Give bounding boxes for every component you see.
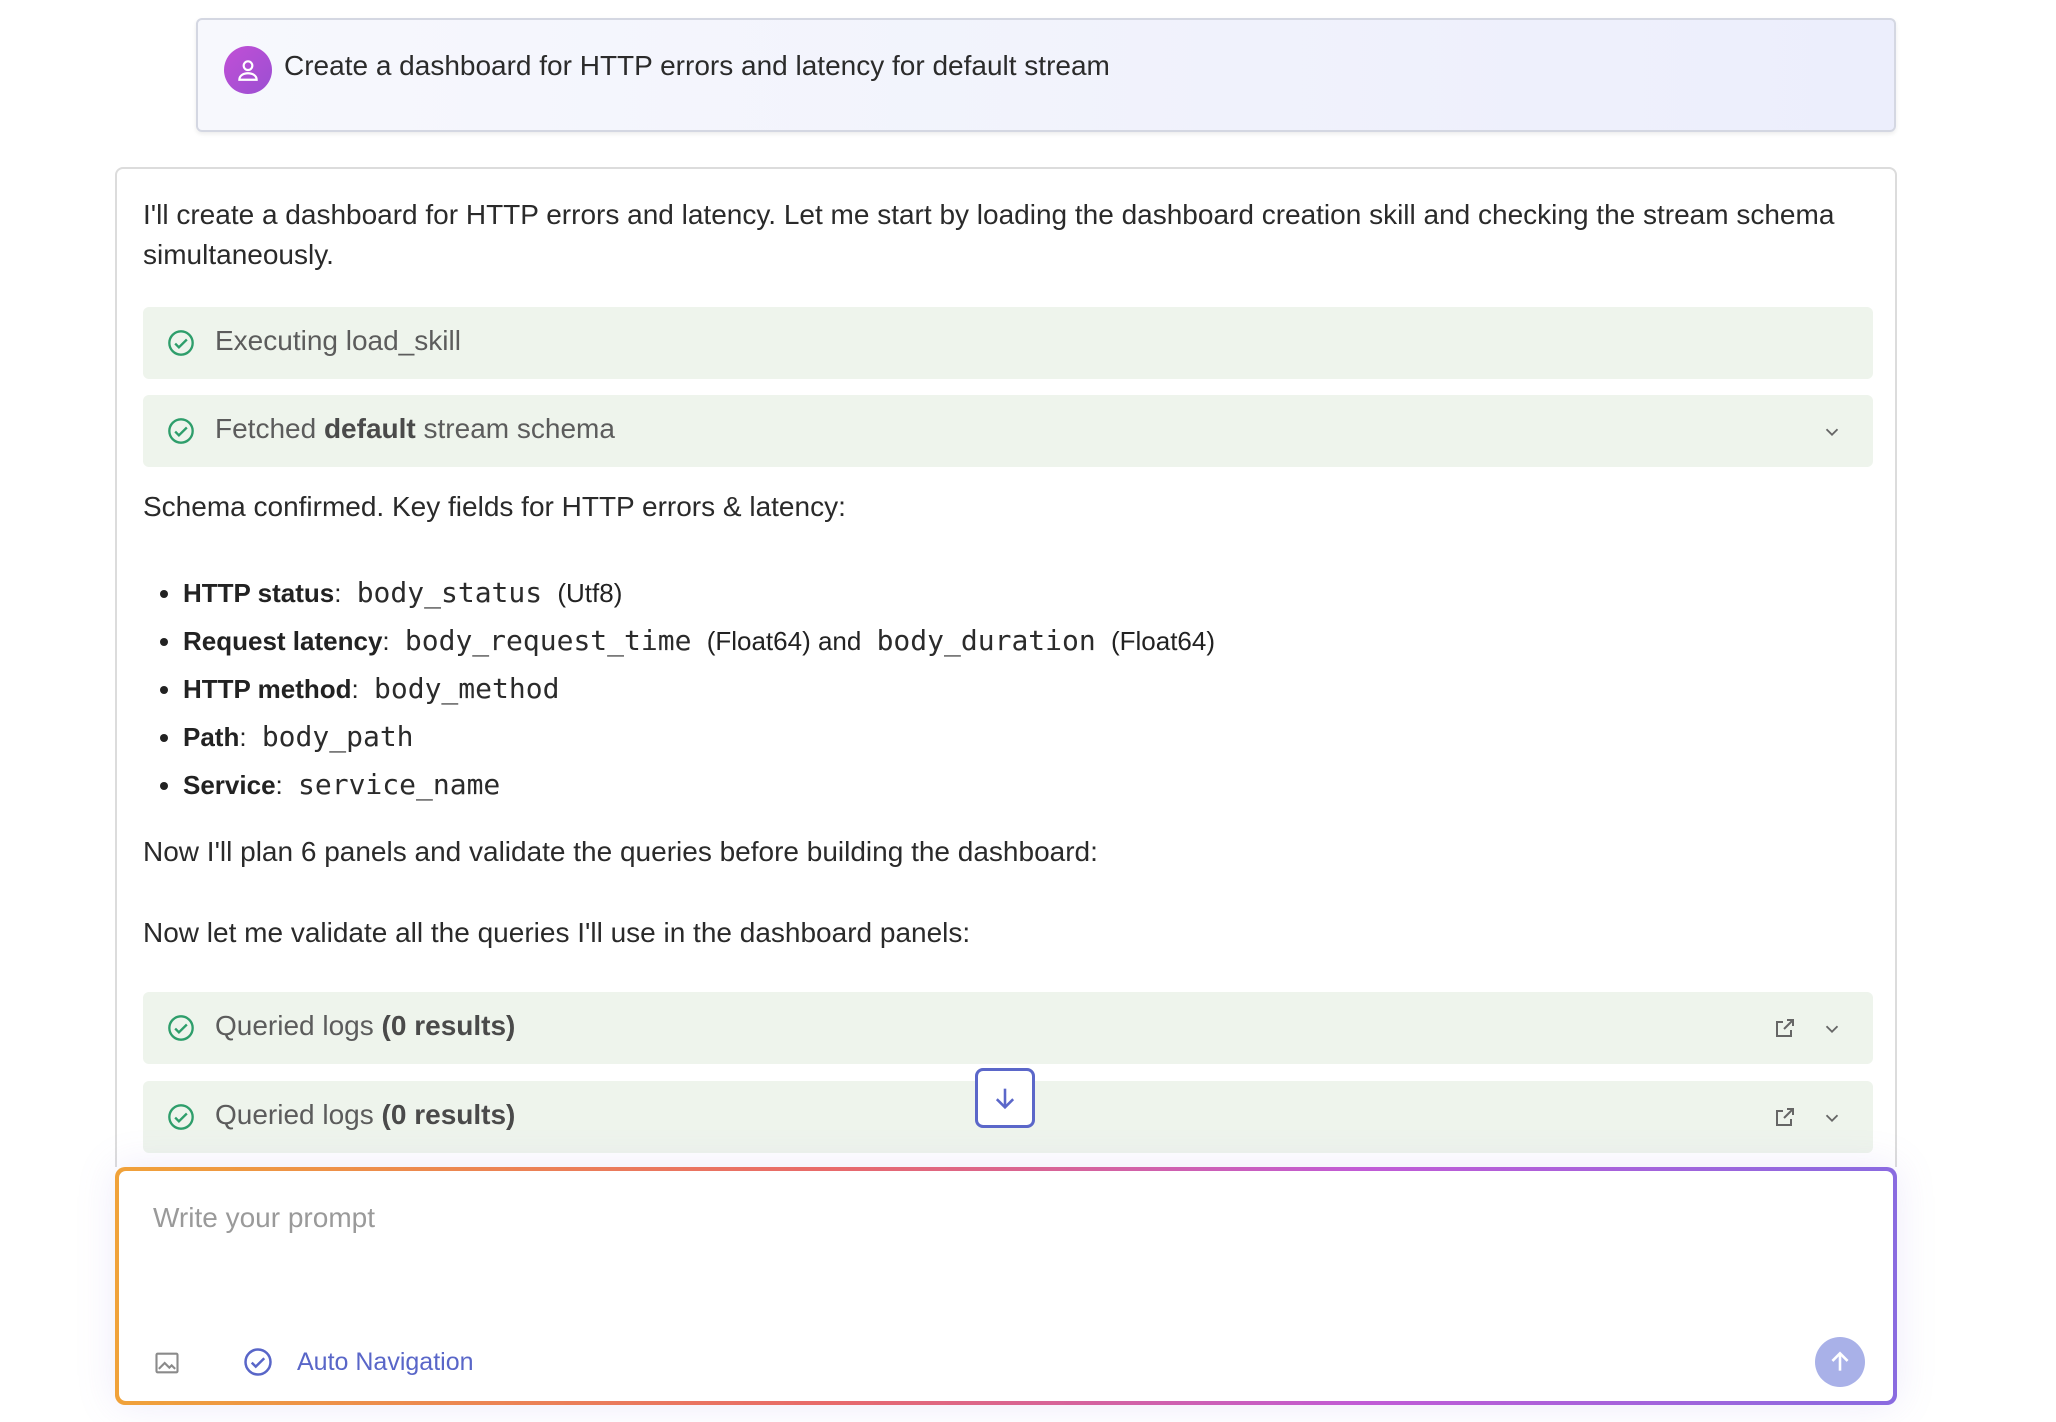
external-link-icon[interactable] (1773, 1016, 1797, 1040)
chevron-down-icon[interactable] (1821, 1107, 1843, 1129)
chevron-down-icon[interactable] (1821, 1018, 1843, 1040)
list-item: Path: body_path (183, 713, 1215, 761)
image-icon[interactable] (153, 1349, 181, 1377)
chevron-down-icon[interactable] (1821, 421, 1843, 443)
scroll-to-bottom-button[interactable] (975, 1068, 1035, 1128)
check-circle-icon (244, 1348, 272, 1376)
check-circle-icon (168, 1015, 194, 1041)
check-circle-icon (168, 1104, 194, 1130)
external-link-icon[interactable] (1773, 1105, 1797, 1129)
tool-label: Fetched default stream schema (215, 413, 615, 444)
prompt-box: Auto Navigation (115, 1167, 1897, 1405)
schema-confirmed-text: Schema confirmed. Key fields for HTTP er… (143, 491, 846, 522)
assistant-response: I'll create a dashboard for HTTP errors … (115, 167, 1897, 1167)
user-message-text: Create a dashboard for HTTP errors and l… (284, 50, 1110, 81)
validate-text: Now let me validate all the queries I'll… (143, 917, 971, 948)
arrow-up-icon (1831, 1351, 1849, 1371)
user-message: Create a dashboard for HTTP errors and l… (196, 18, 1896, 132)
list-item: HTTP method: body_method (183, 665, 1215, 713)
field-list: HTTP status: body_status (Utf8) Request … (143, 569, 1215, 809)
tool-load-skill[interactable]: Executing load_skill (143, 307, 1873, 379)
tool-label: Executing load_skill (215, 325, 461, 356)
list-item: Service: service_name (183, 761, 1215, 809)
prompt-input[interactable] (151, 1201, 1755, 1235)
check-circle-icon (168, 418, 194, 444)
arrow-down-icon (995, 1088, 1015, 1110)
send-button[interactable] (1815, 1337, 1865, 1387)
list-item: Request latency: body_request_time (Floa… (183, 617, 1215, 665)
user-icon (238, 60, 258, 81)
auto-navigation-toggle[interactable]: Auto Navigation (243, 1347, 474, 1377)
tool-label: Queried logs (0 results) (215, 1010, 516, 1041)
tool-label: Queried logs (0 results) (215, 1099, 516, 1130)
prompt-box-inner: Auto Navigation (119, 1171, 1893, 1401)
user-avatar (224, 46, 272, 94)
tool-query-logs[interactable]: Queried logs (0 results) (143, 992, 1873, 1064)
list-item: HTTP status: body_status (Utf8) (183, 569, 1215, 617)
plan-text: Now I'll plan 6 panels and validate the … (143, 836, 1098, 867)
assistant-intro-text: I'll create a dashboard for HTTP errors … (143, 199, 1835, 270)
tool-fetch-schema[interactable]: Fetched default stream schema (143, 395, 1873, 467)
check-circle-icon (168, 330, 194, 356)
auto-navigation-label: Auto Navigation (297, 1347, 474, 1376)
